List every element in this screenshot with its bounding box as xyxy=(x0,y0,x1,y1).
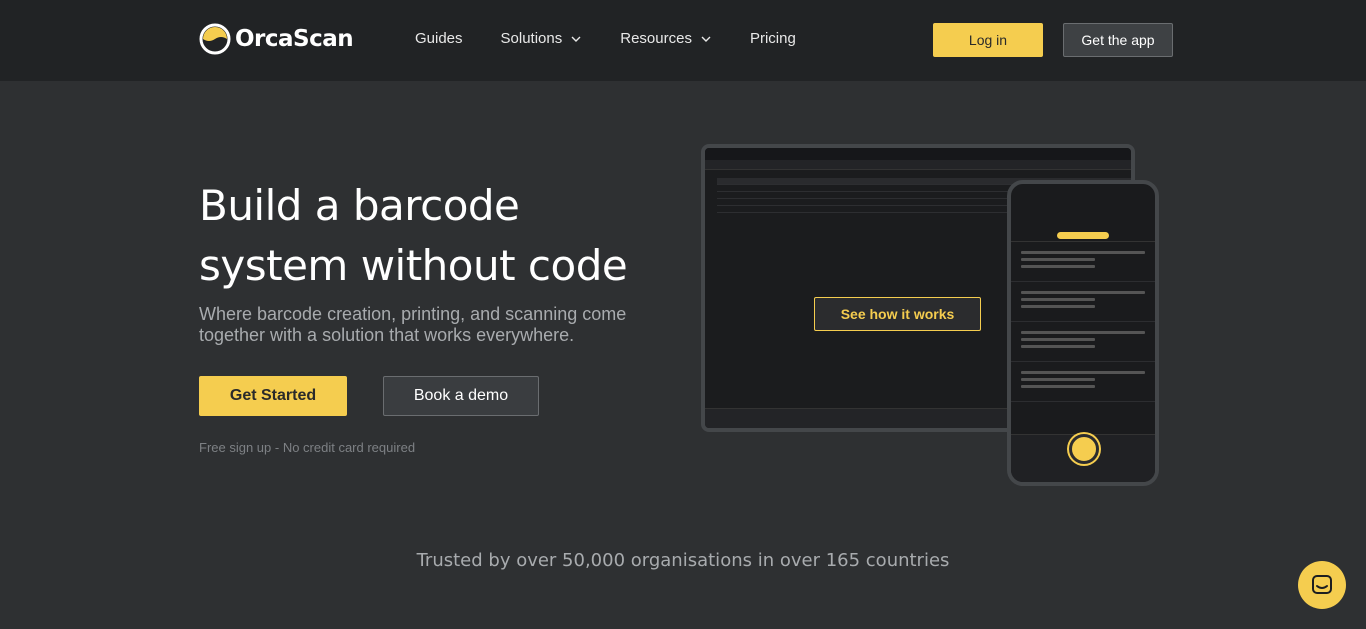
nav-link-guides[interactable]: Guides xyxy=(415,30,463,47)
nav-link-label: Resources xyxy=(620,30,692,47)
nav-link-label: Solutions xyxy=(500,30,563,47)
book-demo-button[interactable]: Book a demo xyxy=(383,376,539,416)
trust-statement: Trusted by over 50,000 organisations in … xyxy=(416,550,950,571)
phone-toggle-pill xyxy=(1057,232,1109,239)
phone-line xyxy=(1021,331,1145,334)
phone-header xyxy=(1011,184,1155,242)
hero-title-line1: Build a barcode xyxy=(199,181,520,230)
nav-link-solutions[interactable]: Solutions xyxy=(501,30,583,47)
nav-link-pricing[interactable]: Pricing xyxy=(750,30,796,47)
phone-line xyxy=(1021,291,1145,294)
logo-text: OrcaScan xyxy=(235,26,354,52)
nav-link-resources[interactable]: Resources xyxy=(620,30,712,47)
login-button[interactable]: Log in xyxy=(933,23,1043,57)
laptop-titlebar xyxy=(705,148,1131,160)
hero-title: Build a barcode system without code xyxy=(199,176,669,296)
phone-line xyxy=(1021,338,1096,341)
scan-icon xyxy=(1069,434,1099,464)
phone-line xyxy=(1021,258,1096,261)
nav-link-label: Guides xyxy=(415,30,463,47)
nav-links: Guides Solutions Resources Pricing xyxy=(415,30,834,47)
phone-line xyxy=(1021,371,1145,374)
phone-line xyxy=(1021,305,1096,308)
phone-list-item xyxy=(1011,282,1155,322)
phone-line xyxy=(1021,378,1096,381)
hero-title-line2: system without code xyxy=(199,241,628,290)
get-app-button[interactable]: Get the app xyxy=(1063,23,1173,57)
logo[interactable]: OrcaScan xyxy=(199,23,354,55)
phone-list-item xyxy=(1011,322,1155,362)
phone-line xyxy=(1021,345,1096,348)
get-started-button[interactable]: Get Started xyxy=(199,376,347,416)
phone-screenshot xyxy=(1007,180,1159,486)
phone-list-item xyxy=(1011,242,1155,282)
signup-note: Free sign up - No credit card required xyxy=(199,440,416,455)
chat-launcher[interactable] xyxy=(1298,561,1346,609)
orca-logo-icon xyxy=(199,23,231,55)
see-how-it-works-button[interactable]: See how it works xyxy=(814,297,981,331)
phone-line xyxy=(1021,265,1096,268)
chevron-down-icon xyxy=(701,36,711,42)
laptop-toolbar xyxy=(705,160,1131,170)
phone-list-item xyxy=(1011,362,1155,402)
top-nav: OrcaScan Guides Solutions Resources Pric… xyxy=(0,0,1366,81)
nav-link-label: Pricing xyxy=(749,30,796,47)
phone-line xyxy=(1021,385,1096,388)
chat-icon xyxy=(1312,575,1332,594)
chevron-down-icon xyxy=(571,36,581,42)
hero-subtitle: Where barcode creation, printing, and sc… xyxy=(199,304,627,345)
phone-line xyxy=(1021,298,1096,301)
phone-line xyxy=(1021,251,1145,254)
